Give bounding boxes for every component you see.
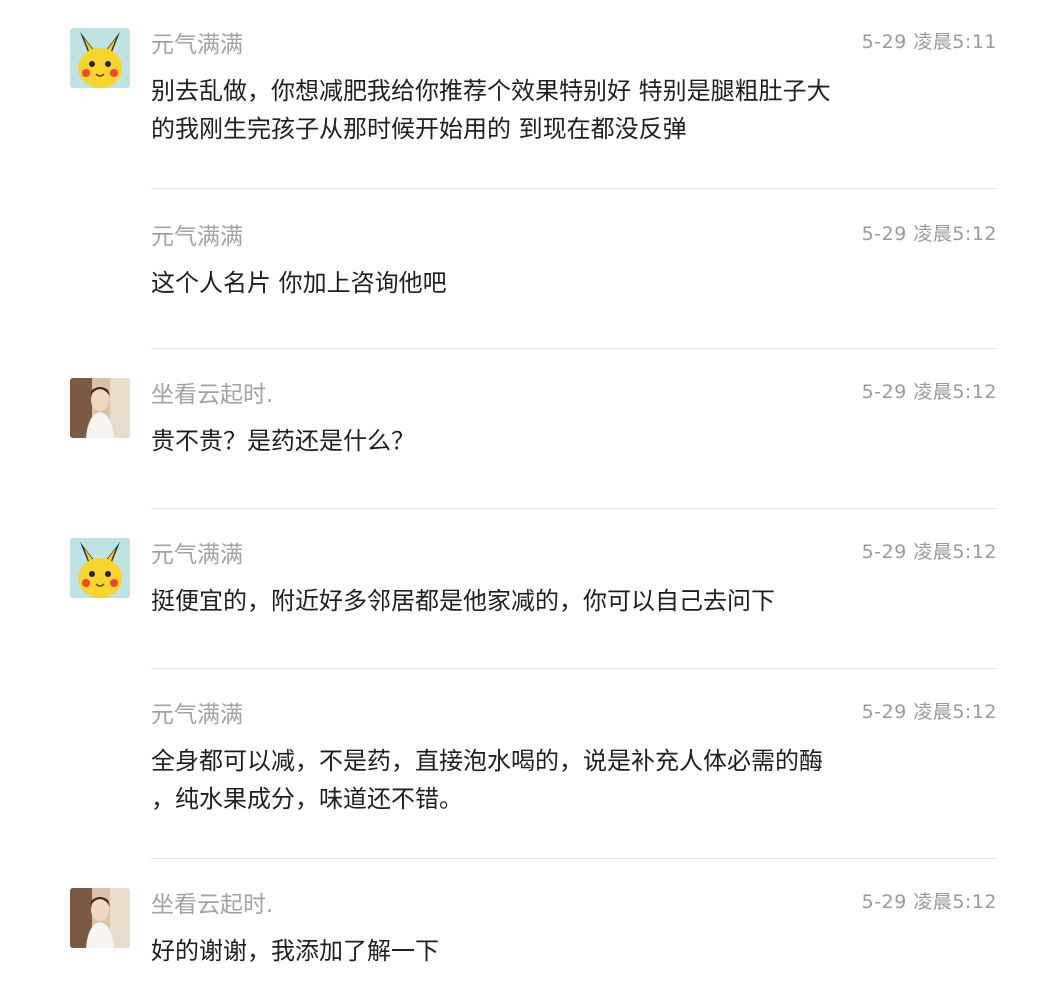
divider (151, 348, 997, 349)
comment-text: 这个人名片 你加上咨询他吧 (151, 269, 447, 297)
timestamp: 5-29 凌晨5:12 (861, 223, 997, 245)
timestamp: 5-29 凌晨5:12 (861, 541, 997, 563)
username[interactable]: 元气满满 (151, 222, 243, 252)
timestamp: 5-29 凌晨5:12 (861, 701, 997, 723)
username[interactable]: 坐看云起时. (151, 380, 273, 410)
timestamp: 5-29 凌晨5:11 (861, 31, 997, 53)
avatar-pikachu-icon[interactable] (70, 538, 130, 598)
divider (151, 508, 997, 509)
divider (151, 668, 997, 669)
username[interactable]: 坐看云起时. (151, 890, 273, 920)
avatar-photo-icon[interactable] (70, 378, 130, 438)
comment-text: 好的谢谢，我添加了解一下 (151, 937, 439, 965)
timestamp: 5-29 凌晨5:12 (861, 381, 997, 403)
comment-thread: 元气满满 5-29 凌晨5:11 别去乱做，你想减肥我给你推荐个效果特别好 特别… (0, 0, 1038, 990)
comment-text: 别去乱做，你想减肥我给你推荐个效果特别好 特别是腿粗肚子大 的我刚生完孩子从那时… (151, 77, 831, 143)
comment-text: 挺便宜的，附近好多邻居都是他家减的，你可以自己去问下 (151, 587, 775, 615)
divider (151, 858, 997, 859)
divider (151, 188, 997, 189)
comment-text: 全身都可以减，不是药，直接泡水喝的，说是补充人体必需的酶 ，纯水果成分，味道还不… (151, 747, 823, 813)
avatar-photo-icon[interactable] (70, 888, 130, 948)
comment-text: 贵不贵？是药还是什么？ (151, 427, 415, 455)
username[interactable]: 元气满满 (151, 540, 243, 570)
avatar-pikachu-icon[interactable] (70, 28, 130, 88)
username[interactable]: 元气满满 (151, 700, 243, 730)
timestamp: 5-29 凌晨5:12 (861, 891, 997, 913)
username[interactable]: 元气满满 (151, 30, 243, 60)
